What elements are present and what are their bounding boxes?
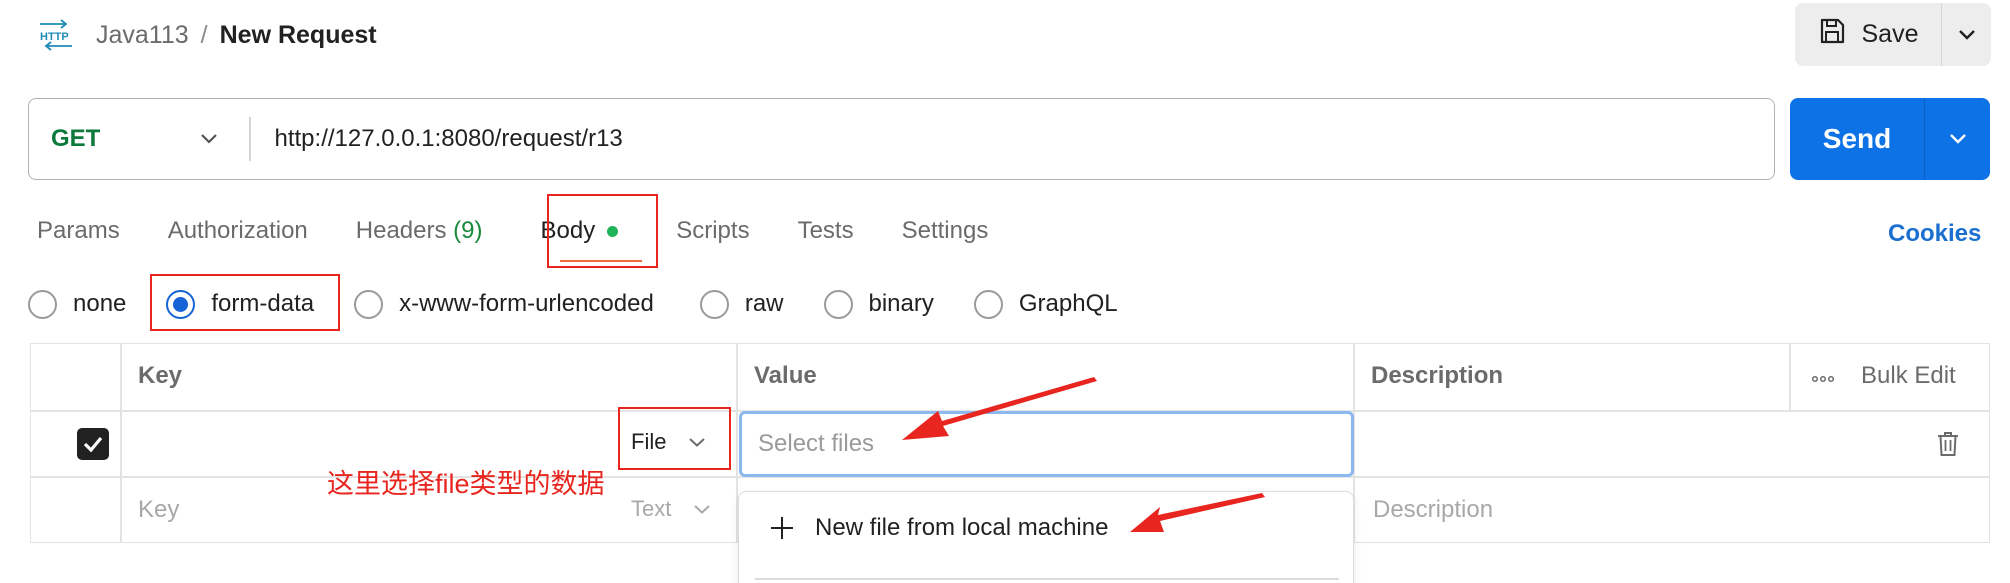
key-type-select[interactable]: Text (631, 496, 711, 522)
tab-params[interactable]: Params (37, 217, 120, 245)
annotation-text: 这里选择file类型的数据 (327, 469, 605, 499)
save-icon (1818, 17, 1846, 52)
save-options-dropdown[interactable] (1942, 3, 1991, 66)
radio-urlencoded[interactable] (354, 289, 384, 319)
annotation-box-body-tab (547, 194, 658, 268)
more-options-icon[interactable] (1811, 362, 1835, 390)
column-header-key: Key (138, 362, 183, 389)
body-type-raw-label: raw (744, 290, 784, 317)
description-placeholder[interactable]: Description (1373, 496, 1493, 524)
save-label: Save (1861, 20, 1919, 48)
column-header-description: Description (1371, 362, 1504, 389)
tab-headers-label: Headers (355, 217, 447, 244)
body-type-urlencoded-label: x-www-form-urlencoded (399, 290, 654, 317)
new-file-label: New file from local machine (815, 514, 1109, 541)
tab-scripts[interactable]: Scripts (676, 217, 749, 245)
chevron-down-icon (694, 504, 711, 514)
breadcrumb-collection[interactable]: Java113 (96, 21, 189, 50)
bulk-edit-button[interactable]: Bulk Edit (1811, 362, 1956, 390)
tab-headers[interactable]: Headers (9) (356, 217, 483, 245)
tab-tests[interactable]: Tests (798, 217, 854, 245)
key-type-value: Text (631, 496, 672, 521)
body-type-none[interactable]: none (28, 289, 127, 319)
send-options-dropdown[interactable] (1925, 98, 1990, 180)
save-button-group: Save (1795, 3, 1991, 66)
radio-none[interactable] (28, 289, 57, 319)
http-request-icon: HTTP (36, 18, 76, 52)
bulk-edit-label: Bulk Edit (1861, 362, 1956, 389)
svg-text:HTTP: HTTP (40, 31, 69, 43)
body-type-binary[interactable]: binary (823, 289, 934, 319)
url-input[interactable] (250, 98, 1774, 180)
plus-icon (771, 517, 793, 539)
select-files-placeholder: Select files (758, 430, 875, 457)
method-label: GET (51, 125, 101, 152)
column-header-value: Value (754, 362, 817, 389)
chevron-down-icon (1949, 134, 1966, 144)
delete-row-icon[interactable] (1936, 430, 1960, 463)
request-title[interactable]: New Request (220, 21, 377, 50)
breadcrumb-separator: / (200, 20, 208, 49)
cookies-link[interactable]: Cookies (1888, 220, 1981, 248)
select-files-dropdown: New file from local machine (738, 491, 1354, 583)
body-type-raw[interactable]: raw (699, 289, 784, 319)
tab-settings[interactable]: Settings (902, 217, 989, 245)
send-button-group: Send (1790, 98, 1990, 180)
body-type-urlencoded[interactable]: x-www-form-urlencoded (354, 289, 654, 319)
body-type-binary-label: binary (868, 290, 934, 317)
column-divider (120, 344, 122, 542)
body-type-none-label: none (73, 290, 127, 317)
row-enabled-checkbox[interactable] (77, 428, 109, 460)
tab-authorization[interactable]: Authorization (168, 217, 308, 245)
annotation-box-file-type (618, 407, 731, 470)
radio-graphql[interactable] (973, 289, 1003, 319)
save-button[interactable]: Save (1795, 3, 1941, 66)
new-file-from-local-machine-option[interactable]: New file from local machine (769, 514, 1108, 542)
column-divider (1789, 344, 1791, 410)
send-button[interactable]: Send (1790, 98, 1924, 180)
dropdown-divider (755, 578, 1339, 580)
headers-count-badge: (9) (453, 217, 483, 244)
annotation-box-form-data (150, 274, 340, 331)
chevron-down-icon (1958, 29, 1975, 40)
select-files-input[interactable]: Select files (739, 411, 1354, 477)
request-tabs: Params Authorization Headers (9) Body Sc… (37, 210, 1036, 252)
breadcrumb: Java113 / New Request (96, 18, 377, 52)
radio-raw[interactable] (699, 289, 729, 319)
checkmark-icon (83, 436, 103, 453)
body-type-graphql[interactable]: GraphQL (973, 289, 1118, 319)
chevron-down-icon (201, 134, 217, 144)
key-placeholder[interactable]: Key (138, 496, 179, 524)
body-type-graphql-label: GraphQL (1018, 290, 1118, 317)
request-url-bar: GET (28, 98, 1775, 180)
radio-binary[interactable] (823, 289, 853, 319)
method-select[interactable]: GET (29, 98, 249, 180)
